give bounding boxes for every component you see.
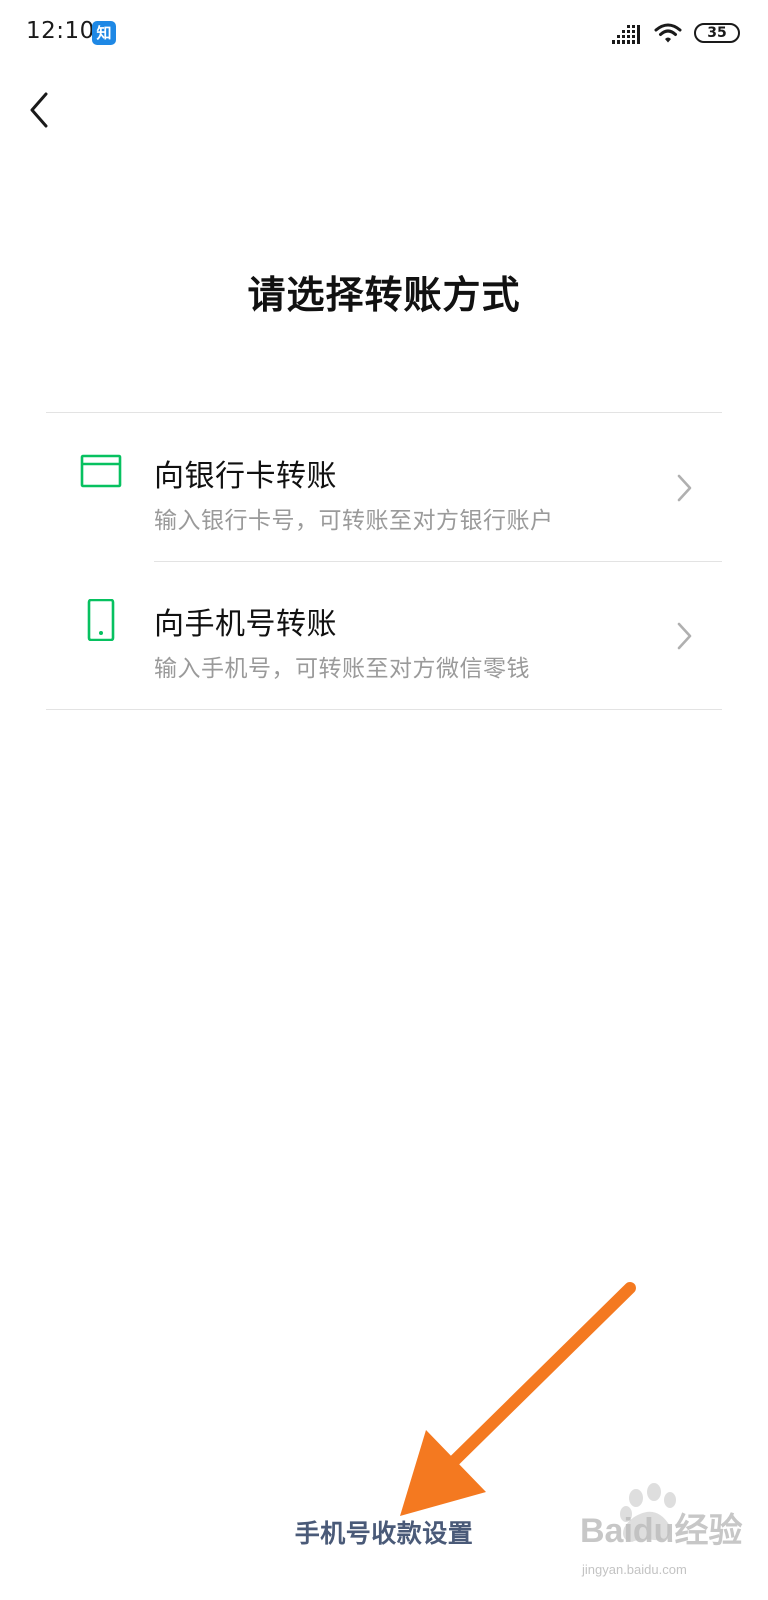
chevron-right-icon: [677, 474, 692, 502]
bank-card-icon: [80, 454, 122, 488]
option-subtitle: 输入银行卡号，可转账至对方银行账户: [154, 508, 554, 534]
back-button[interactable]: [22, 88, 62, 132]
transfer-to-phone-item[interactable]: 向手机号转账 输入手机号，可转账至对方微信零钱: [46, 561, 722, 709]
zhihu-notification-icon: 知: [92, 21, 116, 45]
status-bar: 12:10 知 35: [0, 0, 768, 70]
status-time: 12:10: [26, 18, 95, 44]
mobile-phone-icon: [87, 599, 115, 641]
watermark-brand: Baidu经验: [580, 1511, 742, 1550]
chevron-right-icon: [677, 622, 692, 650]
watermark-url: jingyan.baidu.com: [581, 1562, 687, 1577]
transfer-options-list: 向银行卡转账 输入银行卡号，可转账至对方银行账户 向手机号转账 输入手机号，可转…: [46, 412, 722, 710]
baidu-jingyan-watermark: Baidu经验 jingyan.baidu.com: [580, 1483, 742, 1577]
wifi-icon: [654, 23, 682, 43]
page-title: 请选择转账方式: [247, 273, 521, 317]
option-subtitle: 输入手机号，可转账至对方微信零钱: [154, 656, 530, 682]
chevron-left-icon: [30, 92, 48, 128]
option-title: 向手机号转账: [154, 607, 337, 642]
option-title: 向银行卡转账: [154, 459, 337, 494]
transfer-to-bank-card-item[interactable]: 向银行卡转账 输入银行卡号，可转账至对方银行账户: [46, 413, 722, 561]
cellular-signal-icon: [612, 25, 640, 44]
transfer-method-screen: 12:10 知 35 请选择转账方式 向银行卡转账 输入银行卡号，可转账至对方银…: [0, 0, 768, 1600]
battery-indicator: 35: [694, 23, 740, 43]
